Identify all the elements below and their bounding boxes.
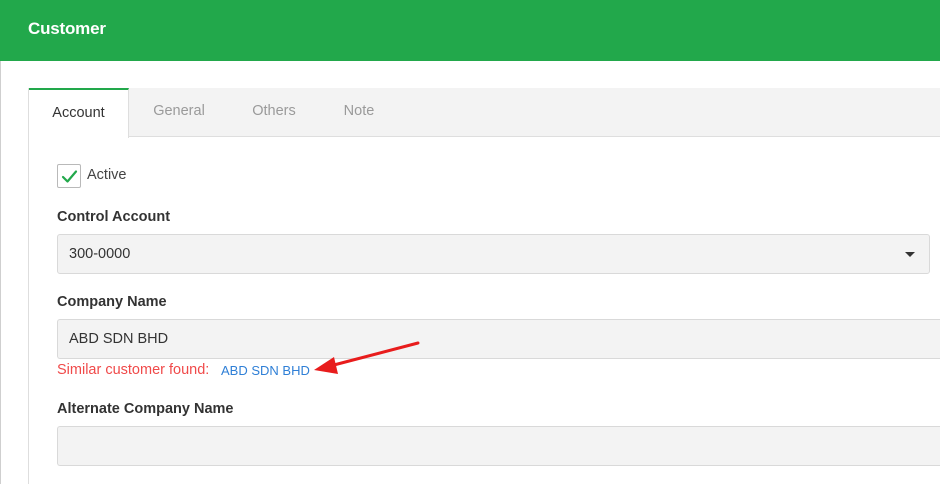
active-label: Active [87, 167, 127, 183]
tab-account[interactable]: Account [29, 88, 129, 138]
alternate-company-name-input[interactable] [57, 426, 940, 466]
control-account-select[interactable]: 300-0000 [57, 234, 930, 274]
customer-window: Customer Account General Others Note Act… [0, 0, 940, 484]
tab-general[interactable]: General [129, 88, 229, 137]
similar-customer-warning: Similar customer found: [57, 362, 210, 378]
company-name-value: ABD SDN BHD [69, 331, 169, 347]
chevron-down-icon [905, 252, 915, 257]
window-left-border [0, 61, 1, 484]
control-account-value: 300-0000 [69, 246, 131, 262]
tab-others[interactable]: Others [229, 88, 319, 137]
active-checkbox[interactable] [57, 164, 81, 188]
alternate-company-name-label: Alternate Company Name [57, 401, 234, 417]
similar-customer-link[interactable]: ABD SDN BHD [221, 363, 310, 378]
annotation-arrow-icon [314, 341, 420, 374]
window-header: Customer [0, 0, 940, 61]
company-name-input[interactable]: ABD SDN BHD [57, 319, 940, 359]
tab-bar: Account General Others Note [29, 88, 940, 138]
check-icon [61, 170, 78, 183]
company-name-label: Company Name [57, 294, 167, 310]
tab-note[interactable]: Note [319, 88, 399, 137]
window-title: Customer [28, 19, 106, 38]
customer-form-panel: Account General Others Note Active Contr… [28, 88, 940, 484]
control-account-label: Control Account [57, 209, 171, 225]
